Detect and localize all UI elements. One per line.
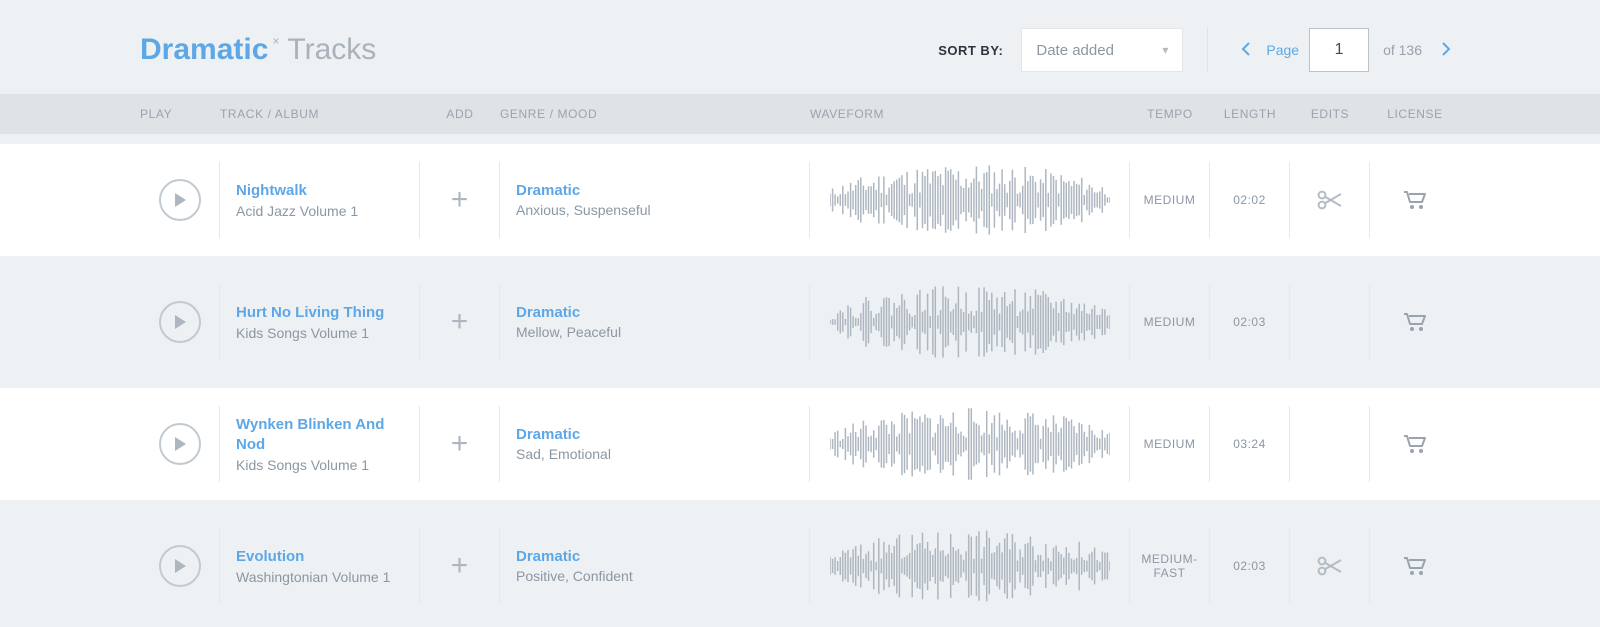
table-row: Wynken Blinken And Nod Kids Songs Volume… xyxy=(0,378,1600,500)
license-button[interactable] xyxy=(1370,162,1460,238)
cart-icon xyxy=(1403,556,1427,576)
sort-group: SORT BY: Date added ▾ xyxy=(938,28,1208,72)
track-length: 03:24 xyxy=(1210,406,1290,482)
cart-icon xyxy=(1403,312,1427,332)
sort-label: SORT BY: xyxy=(938,43,1003,58)
pager-prev[interactable] xyxy=(1232,40,1260,61)
track-length: 02:03 xyxy=(1210,284,1290,360)
play-button[interactable] xyxy=(159,423,201,465)
filter-tag[interactable]: Dramatic xyxy=(140,33,268,67)
chevron-left-icon xyxy=(1241,42,1251,56)
pager: Page of 136 xyxy=(1208,28,1460,72)
waveform[interactable] xyxy=(810,528,1130,604)
col-license: LICENSE xyxy=(1370,107,1460,121)
edits-button[interactable] xyxy=(1290,162,1370,238)
pager-next[interactable] xyxy=(1432,40,1460,61)
track-mood: Anxious, Suspenseful xyxy=(516,202,793,218)
chevron-down-icon: ▾ xyxy=(1162,43,1168,57)
track-genre[interactable]: Dramatic xyxy=(516,304,793,321)
license-button[interactable] xyxy=(1370,406,1460,482)
edits-button xyxy=(1290,406,1370,482)
track-tempo: MEDIUM xyxy=(1130,406,1210,482)
track-tempo: MEDIUM-FAST xyxy=(1130,528,1210,604)
track-genre[interactable]: Dramatic xyxy=(516,548,793,565)
track-genre[interactable]: Dramatic xyxy=(516,182,793,199)
play-button[interactable] xyxy=(159,301,201,343)
add-button[interactable]: + xyxy=(451,183,469,217)
table-row: Nightwalk Acid Jazz Volume 1 + Dramatic … xyxy=(0,134,1600,256)
waveform[interactable] xyxy=(810,284,1130,360)
track-album[interactable]: Kids Songs Volume 1 xyxy=(236,325,403,341)
track-length: 02:02 xyxy=(1210,162,1290,238)
col-track: TRACK / ALBUM xyxy=(220,107,420,121)
edits-button xyxy=(1290,284,1370,360)
add-button[interactable]: + xyxy=(451,549,469,583)
track-tempo: MEDIUM xyxy=(1130,284,1210,360)
column-header: PLAY TRACK / ALBUM ADD GENRE / MOOD WAVE… xyxy=(0,94,1600,134)
play-button[interactable] xyxy=(159,179,201,221)
track-album[interactable]: Washingtonian Volume 1 xyxy=(236,569,403,585)
page-title: Dramatic × Tracks xyxy=(140,33,376,67)
pager-page-label: Page xyxy=(1266,42,1299,58)
license-button[interactable] xyxy=(1370,528,1460,604)
track-mood: Sad, Emotional xyxy=(516,446,793,462)
scissors-icon xyxy=(1317,556,1343,576)
track-mood: Mellow, Peaceful xyxy=(516,324,793,340)
table-row: Hurt No Living Thing Kids Songs Volume 1… xyxy=(0,256,1600,378)
edits-button[interactable] xyxy=(1290,528,1370,604)
sort-selected: Date added xyxy=(1036,42,1114,59)
page-header: Dramatic × Tracks SORT BY: Date added ▾ … xyxy=(0,0,1600,94)
scissors-icon xyxy=(1317,190,1343,210)
cart-icon xyxy=(1403,434,1427,454)
track-length: 02:03 xyxy=(1210,528,1290,604)
waveform[interactable] xyxy=(810,406,1130,482)
title-suffix: Tracks xyxy=(287,33,376,67)
cart-icon xyxy=(1403,190,1427,210)
col-tempo: TEMPO xyxy=(1130,107,1210,121)
track-tempo: MEDIUM xyxy=(1130,162,1210,238)
track-genre[interactable]: Dramatic xyxy=(516,426,793,443)
col-add: ADD xyxy=(420,107,500,121)
license-button[interactable] xyxy=(1370,284,1460,360)
track-title[interactable]: Wynken Blinken And Nod xyxy=(236,415,403,454)
add-button[interactable]: + xyxy=(451,427,469,461)
pager-total: of 136 xyxy=(1383,42,1422,58)
pager-input[interactable] xyxy=(1309,28,1369,72)
col-genre: GENRE / MOOD xyxy=(500,107,810,121)
col-play: PLAY xyxy=(140,107,220,121)
chevron-right-icon xyxy=(1441,42,1451,56)
track-mood: Positive, Confident xyxy=(516,568,793,584)
table-row: Evolution Washingtonian Volume 1 + Drama… xyxy=(0,500,1600,622)
track-album[interactable]: Acid Jazz Volume 1 xyxy=(236,203,403,219)
col-length: LENGTH xyxy=(1210,107,1290,121)
sort-select[interactable]: Date added ▾ xyxy=(1021,28,1183,72)
col-waveform: WAVEFORM xyxy=(810,107,1130,121)
track-album[interactable]: Kids Songs Volume 1 xyxy=(236,457,403,473)
add-button[interactable]: + xyxy=(451,305,469,339)
col-edits: EDITS xyxy=(1290,107,1370,121)
waveform[interactable] xyxy=(810,162,1130,238)
track-title[interactable]: Evolution xyxy=(236,547,403,567)
close-icon[interactable]: × xyxy=(272,34,279,48)
track-title[interactable]: Hurt No Living Thing xyxy=(236,303,403,323)
track-title[interactable]: Nightwalk xyxy=(236,181,403,201)
play-button[interactable] xyxy=(159,545,201,587)
